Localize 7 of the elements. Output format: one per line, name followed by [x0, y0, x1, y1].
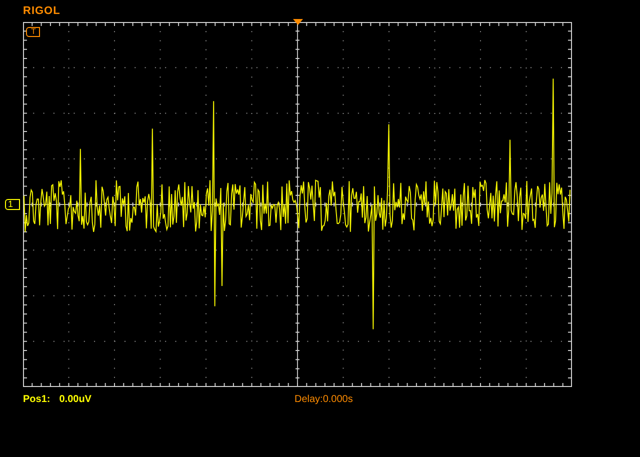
delay-readout: Delay:0.000s: [294, 394, 353, 404]
position-label: Pos1:: [23, 394, 50, 404]
trigger-marker: T: [26, 27, 40, 37]
brand-logo-text: RIGOL: [23, 5, 60, 17]
position-value: 0.00uV: [59, 394, 92, 404]
channel-marker: 1: [5, 199, 20, 210]
trigger-position-icon: [292, 19, 302, 25]
